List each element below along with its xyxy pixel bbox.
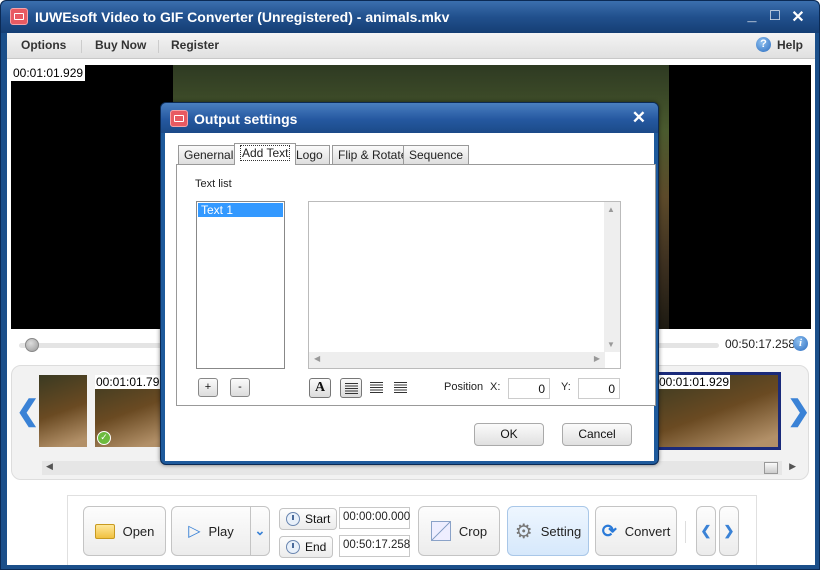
- x-label: X:: [490, 381, 501, 393]
- convert-label: Convert: [624, 523, 671, 539]
- text-content-input[interactable]: ▲ ▼ ◀ ▶: [308, 201, 621, 369]
- dialog-title: Output settings: [194, 111, 298, 127]
- play-icon: ▷: [188, 523, 201, 540]
- minimize-button[interactable]: _: [743, 7, 761, 25]
- info-icon[interactable]: i: [793, 336, 808, 351]
- tab-general[interactable]: Genernal: [178, 145, 240, 164]
- help-label: Help: [776, 37, 803, 52]
- crop-icon: [430, 521, 451, 541]
- add-text-panel: Text list Text 1 ▲ ▼ ◀ ▶ + - A Position: [176, 164, 656, 406]
- gear-icon: ⚙: [514, 520, 533, 543]
- tab-add-text[interactable]: Add Text: [234, 143, 297, 165]
- text-list[interactable]: Text 1: [196, 201, 285, 369]
- align-left-button[interactable]: [340, 378, 362, 398]
- clock-icon: [286, 540, 300, 554]
- play-label: Play: [208, 523, 234, 539]
- align-center-button[interactable]: [365, 378, 387, 398]
- thumbnail-selected[interactable]: 00:01:01.929: [655, 372, 781, 450]
- end-time-field[interactable]: 00:50:17.258: [339, 535, 410, 557]
- scroll-left-icon[interactable]: ◀: [46, 461, 53, 472]
- align-center-icon: [369, 382, 383, 393]
- filmstrip-prev-add-icon[interactable]: ❮: [16, 394, 39, 427]
- scroll-right-icon[interactable]: ▶: [594, 354, 600, 363]
- maximize-button[interactable]: □: [766, 7, 784, 25]
- help-button[interactable]: ? Help: [755, 37, 803, 52]
- menu-divider: [158, 40, 159, 53]
- setting-label: Setting: [540, 523, 582, 539]
- position-y-input[interactable]: 0: [578, 378, 620, 399]
- tab-sequence[interactable]: Sequence: [403, 145, 470, 164]
- add-text-button[interactable]: +: [198, 378, 218, 397]
- crop-label: Crop: [458, 523, 488, 539]
- position-label: Position: [444, 381, 484, 393]
- align-right-button[interactable]: [389, 378, 411, 398]
- text-list-label: Text list: [195, 178, 232, 190]
- window-title: IUWEsoft Video to GIF Converter (Unregis…: [35, 9, 450, 25]
- ok-button[interactable]: OK: [474, 423, 544, 446]
- menu-options[interactable]: Options: [21, 38, 66, 52]
- end-button[interactable]: End: [279, 536, 334, 558]
- thumbnail[interactable]: [39, 375, 87, 447]
- close-button[interactable]: ✕: [789, 7, 807, 27]
- start-button[interactable]: Start: [279, 508, 338, 530]
- menu-divider: [81, 40, 82, 53]
- check-icon: ✓: [97, 431, 111, 445]
- tab-flip-rotate[interactable]: Flip & Rotate: [332, 145, 414, 164]
- align-left-icon: [344, 383, 358, 394]
- end-label: End: [305, 540, 327, 554]
- menu-bar: Options Buy Now Register ? Help: [7, 33, 815, 59]
- next-button[interactable]: ❯: [719, 506, 739, 556]
- app-logo-icon: [10, 8, 28, 25]
- remove-text-button[interactable]: -: [230, 378, 250, 397]
- filmstrip-next-add-icon[interactable]: ❯: [787, 394, 810, 427]
- thumbnail-time: 00:01:01.795: [95, 375, 168, 389]
- dialog-body: Genernal Add Text Logo Flip & Rotate Seq…: [165, 133, 656, 461]
- scroll-up-icon[interactable]: ▲: [607, 205, 615, 214]
- convert-button[interactable]: ⟳ Convert: [595, 506, 677, 556]
- position-x-input[interactable]: 0: [508, 378, 550, 399]
- current-time-overlay: 00:01:01.929: [11, 65, 86, 81]
- y-label: Y:: [561, 381, 571, 393]
- play-button[interactable]: ▷ Play: [171, 506, 251, 556]
- dialog-close-button[interactable]: ✕: [632, 108, 646, 128]
- thumbnail-time: 00:01:01.929: [658, 375, 731, 389]
- horizontal-scrollbar[interactable]: ◀ ▶: [309, 352, 605, 368]
- scroll-down-icon[interactable]: ▼: [607, 340, 615, 349]
- output-settings-dialog: Output settings ✕ Genernal Add Text Logo…: [160, 102, 659, 465]
- menu-buy-now[interactable]: Buy Now: [95, 38, 146, 52]
- start-label: Start: [305, 512, 331, 526]
- start-time-field[interactable]: 00:00:00.000: [339, 507, 410, 529]
- clock-icon: [286, 512, 300, 526]
- crop-button[interactable]: Crop: [418, 506, 500, 556]
- seek-handle[interactable]: [25, 338, 39, 352]
- setting-button[interactable]: ⚙ Setting: [507, 506, 589, 556]
- dialog-title-bar[interactable]: Output settings ✕: [161, 103, 658, 133]
- scroll-right-icon[interactable]: ▶: [789, 461, 796, 472]
- vertical-scrollbar[interactable]: ▲ ▼: [604, 202, 620, 352]
- open-button[interactable]: Open: [83, 506, 166, 556]
- toolbar-divider: [685, 521, 686, 543]
- font-button[interactable]: A: [309, 378, 331, 398]
- app-logo-icon: [170, 110, 188, 127]
- folder-icon: [94, 523, 115, 539]
- scrollbar-thumb[interactable]: [764, 462, 778, 474]
- bottom-toolbar: Open ▷ Play ⌄ Start End 00:00:00.000 00:…: [67, 495, 757, 565]
- play-dropdown-button[interactable]: ⌄: [250, 506, 270, 556]
- scroll-left-icon[interactable]: ◀: [314, 354, 320, 363]
- text-list-item[interactable]: Text 1: [198, 203, 283, 217]
- help-icon: ?: [755, 37, 771, 52]
- menu-register[interactable]: Register: [171, 38, 219, 52]
- open-label: Open: [122, 523, 155, 539]
- duration-label: 00:50:17.258: [725, 337, 796, 351]
- align-right-icon: [393, 382, 407, 393]
- prev-button[interactable]: ❮: [696, 506, 716, 556]
- thumbnail[interactable]: 00:01:01.795 ✓: [95, 375, 168, 447]
- convert-icon: ⟳: [601, 520, 617, 541]
- title-bar[interactable]: IUWEsoft Video to GIF Converter (Unregis…: [1, 1, 819, 33]
- cancel-button[interactable]: Cancel: [562, 423, 632, 446]
